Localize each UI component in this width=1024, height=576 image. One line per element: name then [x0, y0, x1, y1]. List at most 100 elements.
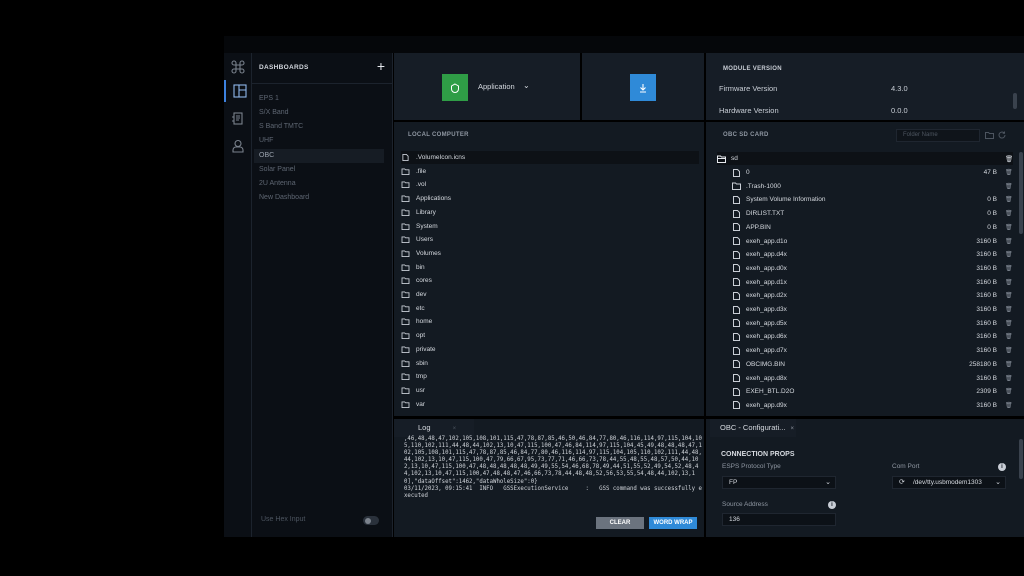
local-file-row[interactable]: opt [401, 329, 699, 342]
sd-file-name: exeh_app.d3x [746, 306, 787, 313]
local-file-row[interactable]: .VolumeIcon.icns [401, 151, 699, 164]
scrollbar[interactable] [1019, 439, 1023, 479]
local-file-row[interactable]: sbin [401, 357, 699, 370]
trash-icon[interactable]: 🗑 [1005, 155, 1013, 163]
word-wrap-button[interactable]: WORD WRAP [649, 517, 697, 529]
scrollbar[interactable] [1013, 93, 1017, 109]
trash-icon[interactable]: 🗑 [1005, 388, 1013, 395]
trash-icon[interactable]: 🗑 [1005, 320, 1013, 327]
trash-icon[interactable]: 🗑 [1005, 183, 1013, 190]
sidebar-item-s-band-tmtc[interactable]: S Band TMTC [254, 120, 384, 134]
trash-icon[interactable]: 🗑 [1005, 196, 1013, 203]
trash-icon[interactable]: 🗑 [1005, 279, 1013, 286]
application-icon-button[interactable] [442, 74, 468, 101]
sd-file-row[interactable]: exeh_app.d7x 3160 B 🗑 [732, 344, 1013, 357]
local-file-row[interactable]: dev [401, 288, 699, 301]
sd-file-row[interactable]: exeh_app.d9x 3160 B 🗑 [732, 399, 1013, 412]
tab-log[interactable]: Log × [394, 419, 474, 437]
local-file-row[interactable]: Volumes [401, 247, 699, 260]
sd-file-row[interactable]: 0 47 B 🗑 [732, 166, 1013, 179]
local-file-row[interactable]: private [401, 343, 699, 356]
sidebar-item-eps-1[interactable]: EPS 1 [254, 92, 384, 106]
trash-icon[interactable]: 🗑 [1005, 224, 1013, 231]
sd-file-row[interactable]: exeh_app.d8x 3160 B 🗑 [732, 372, 1013, 385]
local-file-row[interactable]: Library [401, 206, 699, 219]
dashboard-icon[interactable] [224, 80, 254, 102]
sd-file-row[interactable]: APP.BIN 0 B 🗑 [732, 221, 1013, 234]
new-folder-icon[interactable] [985, 131, 994, 141]
trash-icon[interactable]: 🗑 [1005, 251, 1013, 258]
trash-icon[interactable]: 🗑 [1005, 210, 1013, 217]
sidebar-item-solar-panel[interactable]: Solar Panel [254, 163, 384, 177]
source-address-input[interactable]: 136 [722, 513, 836, 526]
trash-icon[interactable]: 🗑 [1005, 333, 1013, 340]
sidebar-item-obc[interactable]: OBC [254, 149, 384, 163]
sd-file-row[interactable]: .Trash-1000 🗑 [732, 180, 1013, 193]
local-file-row[interactable]: Users [401, 233, 699, 246]
sd-file-row[interactable]: OBCIMG.BIN 258180 B 🗑 [732, 358, 1013, 371]
hex-input-toggle[interactable] [363, 516, 379, 525]
local-file-row[interactable]: .file [401, 165, 699, 178]
sd-file-row[interactable]: System Volume Information 0 B 🗑 [732, 193, 1013, 206]
trash-icon[interactable]: 🗑 [1005, 292, 1013, 299]
application-select[interactable]: Application [478, 82, 515, 91]
clear-button[interactable]: CLEAR [596, 517, 644, 529]
close-icon[interactable]: × [791, 426, 795, 432]
scrollbar[interactable] [1019, 152, 1023, 234]
com-port-select[interactable]: ⟳ /dev/tty.usbmodem1303 ⌄ [892, 476, 1006, 489]
local-file-row[interactable]: etc [401, 302, 699, 315]
download-button[interactable] [630, 74, 656, 101]
sd-file-row[interactable]: exeh_app.d6x 3160 B 🗑 [732, 330, 1013, 343]
command-icon[interactable] [224, 56, 252, 78]
sd-file-row[interactable]: DIRLIST.TXT 0 B 🗑 [732, 207, 1013, 220]
trash-icon[interactable]: 🗑 [1005, 361, 1013, 368]
local-file-row[interactable]: home [401, 315, 699, 328]
close-icon[interactable]: × [453, 426, 457, 432]
tab-obc-configuration[interactable]: OBC - Configurati... × [710, 419, 796, 437]
info-icon[interactable]: i [828, 501, 836, 509]
sd-file-row[interactable]: exeh_app.d5x 3160 B 🗑 [732, 317, 1013, 330]
local-file-name: usr [416, 386, 426, 394]
local-file-name: private [416, 345, 436, 353]
trash-icon[interactable]: 🗑 [1005, 306, 1013, 313]
folder-name-input[interactable]: Folder Name [896, 129, 980, 142]
refresh-icon[interactable]: ⟳ [899, 477, 905, 488]
local-file-row[interactable]: Applications [401, 192, 699, 205]
local-file-row[interactable]: cores [401, 274, 699, 287]
local-file-row[interactable]: bin [401, 261, 699, 274]
add-dashboard-button[interactable]: + [377, 59, 385, 73]
local-file-row[interactable]: tmp [401, 370, 699, 383]
trash-icon[interactable]: 🗑 [1005, 169, 1013, 176]
trash-icon[interactable]: 🗑 [1005, 238, 1013, 245]
trash-icon[interactable]: 🗑 [1005, 265, 1013, 272]
sd-file-row[interactable]: exeh_app.d4x 3160 B 🗑 [732, 248, 1013, 261]
user-icon[interactable] [224, 135, 252, 157]
refresh-icon[interactable] [998, 131, 1006, 141]
sd-file-row[interactable]: exeh_app.d1x 3160 B 🗑 [732, 276, 1013, 289]
sidebar-item-sx-band[interactable]: S/X Band [254, 106, 384, 120]
sd-file-row[interactable]: exeh_app.d1o 3160 B 🗑 [732, 235, 1013, 248]
divider [252, 83, 392, 84]
sd-file-row[interactable]: exeh_app.d0x 3160 B 🗑 [732, 262, 1013, 275]
folder-icon [401, 359, 410, 367]
trash-icon[interactable]: 🗑 [1005, 347, 1013, 354]
sidebar-item-2u-antenna[interactable]: 2U Antenna [254, 177, 384, 191]
scripts-icon[interactable] [224, 108, 252, 130]
protocol-select[interactable]: FP ⌄ [722, 476, 836, 489]
sd-root-row[interactable]: sd 🗑 [717, 152, 1013, 165]
sd-file-row[interactable]: exeh_app.d3x 3160 B 🗑 [732, 303, 1013, 316]
info-icon[interactable]: i [998, 463, 1006, 471]
sd-file-row[interactable]: EXEH_BTL.D2O 2309 B 🗑 [732, 385, 1013, 398]
local-file-row[interactable]: var [401, 398, 699, 411]
trash-icon[interactable]: 🗑 [1005, 402, 1013, 409]
local-file-row[interactable]: .vol [401, 178, 699, 191]
local-file-name: Users [416, 236, 433, 244]
sidebar-item-new-dashboard[interactable]: New Dashboard [254, 191, 384, 205]
sidebar-item-uhf[interactable]: UHF [254, 134, 384, 148]
trash-icon[interactable]: 🗑 [1005, 375, 1013, 382]
local-file-row[interactable]: System [401, 220, 699, 233]
chevron-down-icon[interactable]: ⌄ [523, 81, 530, 90]
dashboards-sidebar: DASHBOARDS + EPS 1 S/X Band S Band TMTC … [252, 53, 393, 537]
local-file-row[interactable]: usr [401, 384, 699, 397]
sd-file-row[interactable]: exeh_app.d2x 3160 B 🗑 [732, 289, 1013, 302]
